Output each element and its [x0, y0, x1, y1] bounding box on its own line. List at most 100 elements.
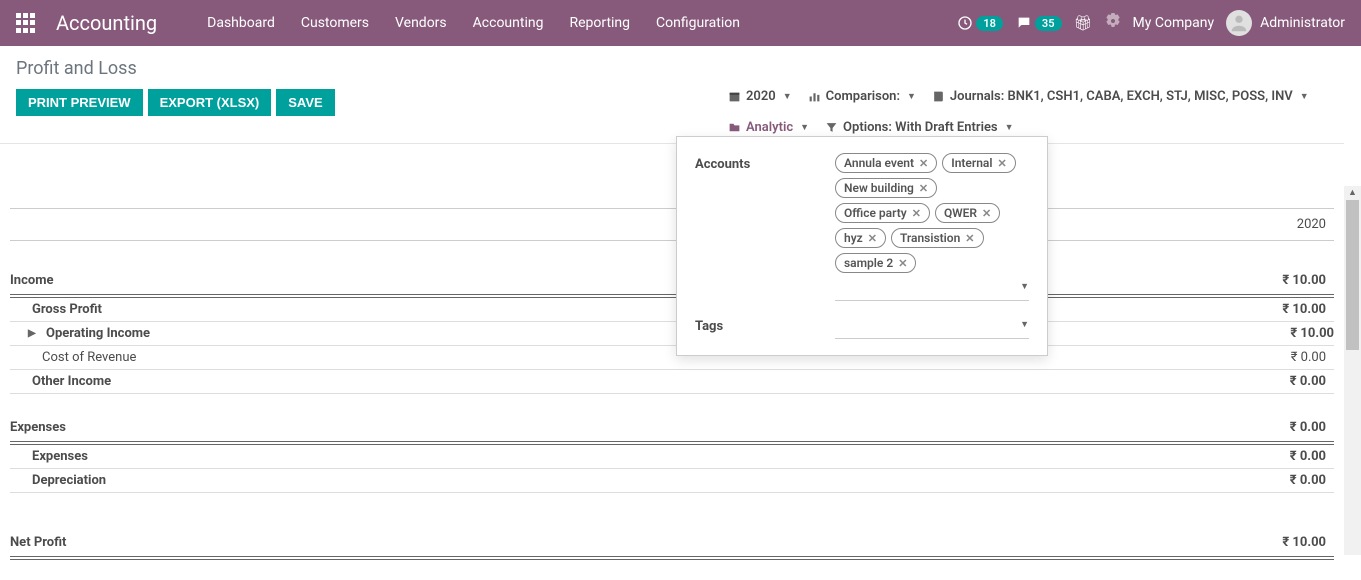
- settings-icon[interactable]: [1105, 13, 1121, 33]
- apps-icon[interactable]: [16, 13, 36, 33]
- folder-icon: [728, 121, 741, 134]
- expenses-section: Expenses ₹ 0.00: [10, 414, 1334, 445]
- gross-profit-row[interactable]: Gross Profit ₹ 10.00: [10, 298, 1334, 322]
- tags-select[interactable]: ▼: [835, 315, 1029, 339]
- user-menu[interactable]: Administrator: [1226, 10, 1345, 36]
- net-profit-row: Net Profit ₹ 10.00: [10, 529, 1334, 560]
- expenses-value: ₹ 0.00: [1234, 420, 1334, 435]
- depreciation-row[interactable]: Depreciation ₹ 0.00: [10, 469, 1334, 493]
- expenses-row-label: Expenses: [10, 449, 1234, 464]
- net-profit-value: ₹ 10.00: [1234, 535, 1334, 550]
- nav-configuration[interactable]: Configuration: [656, 15, 740, 31]
- operating-income-row[interactable]: ▶ Operating Income ₹ 10.00: [10, 322, 1334, 346]
- filter-options[interactable]: Options: With Draft Entries▼: [825, 120, 1014, 135]
- tag-sample-2[interactable]: sample 2✕: [835, 253, 916, 273]
- nav-dashboard[interactable]: Dashboard: [207, 15, 275, 31]
- close-icon[interactable]: ✕: [919, 182, 928, 195]
- filter-journals-label: Journals: BNK1, CSH1, CABA, EXCH, STJ, M…: [950, 89, 1293, 104]
- vertical-scrollbar[interactable]: ▲: [1344, 186, 1361, 555]
- filter-analytic[interactable]: Analytic▼: [728, 120, 809, 135]
- tags-label: Tags: [695, 315, 835, 339]
- tag-new-building[interactable]: New building✕: [835, 178, 937, 198]
- other-income-row[interactable]: Other Income ₹ 0.00: [10, 370, 1334, 394]
- tag-annula-event[interactable]: Annula event✕: [835, 153, 937, 173]
- company-name[interactable]: My Company: [1133, 15, 1215, 31]
- close-icon[interactable]: ✕: [898, 257, 907, 270]
- net-profit-label: Net Profit: [10, 535, 1234, 550]
- chat-badge-group[interactable]: 35: [1015, 14, 1062, 32]
- chevron-down-icon: ▼: [1020, 319, 1029, 330]
- filter-options-label: Options: With Draft Entries: [843, 120, 998, 135]
- expenses-title: Expenses: [10, 420, 1234, 435]
- export-xlsx-button[interactable]: EXPORT (XLSX): [148, 89, 272, 116]
- tag-transistion[interactable]: Transistion✕: [891, 228, 984, 248]
- operating-income-label: Operating Income: [46, 326, 1290, 341]
- filter-bar: 2020▼ Comparison:▼ Journals: BNK1, CSH1,…: [728, 89, 1328, 135]
- accounts-label: Accounts: [695, 153, 835, 301]
- filter-journals[interactable]: Journals: BNK1, CSH1, CABA, EXCH, STJ, M…: [932, 89, 1309, 104]
- filter-comparison[interactable]: Comparison:▼: [808, 89, 916, 104]
- caret-right-icon[interactable]: ▶: [28, 328, 42, 339]
- nav-menu: Dashboard Customers Vendors Accounting R…: [207, 15, 740, 31]
- depreciation-label: Depreciation: [10, 473, 1234, 488]
- other-income-label: Other Income: [10, 374, 1234, 389]
- income-value: ₹ 10.00: [1234, 273, 1334, 288]
- analytic-dropdown: Accounts Annula event✕ Internal✕ New bui…: [676, 136, 1048, 356]
- chat-icon: [1015, 14, 1033, 32]
- tag-hyz[interactable]: hyz✕: [835, 228, 886, 248]
- tag-qwer[interactable]: QWER✕: [935, 203, 1000, 223]
- expenses-row[interactable]: Expenses ₹ 0.00: [10, 445, 1334, 469]
- control-panel: Profit and Loss PRINT PREVIEW EXPORT (XL…: [0, 46, 1344, 144]
- chevron-down-icon: ▼: [1020, 281, 1029, 292]
- action-buttons: PRINT PREVIEW EXPORT (XLSX) SAVE: [16, 89, 335, 116]
- close-icon[interactable]: ✕: [868, 232, 877, 245]
- clock-icon: [956, 14, 974, 32]
- scroll-up-icon[interactable]: ▲: [1344, 186, 1361, 200]
- close-icon[interactable]: ✕: [997, 157, 1006, 170]
- gift-icon[interactable]: 🎁︎: [1074, 14, 1093, 32]
- nav-vendors[interactable]: Vendors: [395, 15, 447, 31]
- breadcrumb: Profit and Loss: [16, 58, 1328, 79]
- filter-icon: [825, 121, 838, 134]
- expenses-row-value: ₹ 0.00: [1234, 449, 1334, 464]
- close-icon[interactable]: ✕: [965, 232, 974, 245]
- nav-reporting[interactable]: Reporting: [569, 15, 630, 31]
- chart-icon: [808, 90, 821, 103]
- timer-count: 18: [976, 16, 1003, 31]
- gross-profit-value: ₹ 10.00: [1234, 302, 1334, 317]
- depreciation-value: ₹ 0.00: [1234, 473, 1334, 488]
- close-icon[interactable]: ✕: [919, 157, 928, 170]
- income-section: Income ₹ 10.00: [10, 267, 1334, 298]
- user-name: Administrator: [1260, 15, 1345, 31]
- income-title: Income: [10, 273, 1234, 288]
- nav-customers[interactable]: Customers: [301, 15, 369, 31]
- table-header: 2020: [10, 208, 1334, 241]
- chat-count: 35: [1035, 16, 1062, 31]
- nav-accounting[interactable]: Accounting: [473, 15, 544, 31]
- gross-profit-label: Gross Profit: [10, 302, 1234, 317]
- calendar-icon: [728, 90, 741, 103]
- cost-revenue-row[interactable]: Cost of Revenue ₹ 0.00: [10, 346, 1334, 370]
- year-column-header: 2020: [1234, 217, 1334, 232]
- tag-internal[interactable]: Internal✕: [942, 153, 1015, 173]
- scrollbar-thumb[interactable]: [1346, 200, 1359, 350]
- filter-comparison-label: Comparison:: [826, 89, 900, 104]
- filter-period-label: 2020: [746, 89, 776, 104]
- print-preview-button[interactable]: PRINT PREVIEW: [16, 89, 143, 116]
- app-title: Accounting: [56, 11, 157, 35]
- cost-revenue-value: ₹ 0.00: [1234, 350, 1334, 365]
- other-income-value: ₹ 0.00: [1234, 374, 1334, 389]
- report-body: 2020 Income ₹ 10.00 Gross Profit ₹ 10.00…: [0, 144, 1344, 580]
- save-button[interactable]: SAVE: [276, 89, 334, 116]
- close-icon[interactable]: ✕: [912, 207, 921, 220]
- avatar-icon: [1226, 10, 1252, 36]
- timer-badge-group[interactable]: 18: [956, 14, 1003, 32]
- top-navbar: Accounting Dashboard Customers Vendors A…: [0, 0, 1361, 46]
- cost-revenue-label: Cost of Revenue: [10, 350, 1234, 365]
- accounts-tags: Annula event✕ Internal✕ New building✕ Of…: [835, 153, 1029, 273]
- filter-analytic-label: Analytic: [746, 120, 793, 135]
- tag-office-party[interactable]: Office party✕: [835, 203, 930, 223]
- filter-period[interactable]: 2020▼: [728, 89, 792, 104]
- close-icon[interactable]: ✕: [982, 207, 991, 220]
- accounts-select[interactable]: ▼: [835, 277, 1029, 301]
